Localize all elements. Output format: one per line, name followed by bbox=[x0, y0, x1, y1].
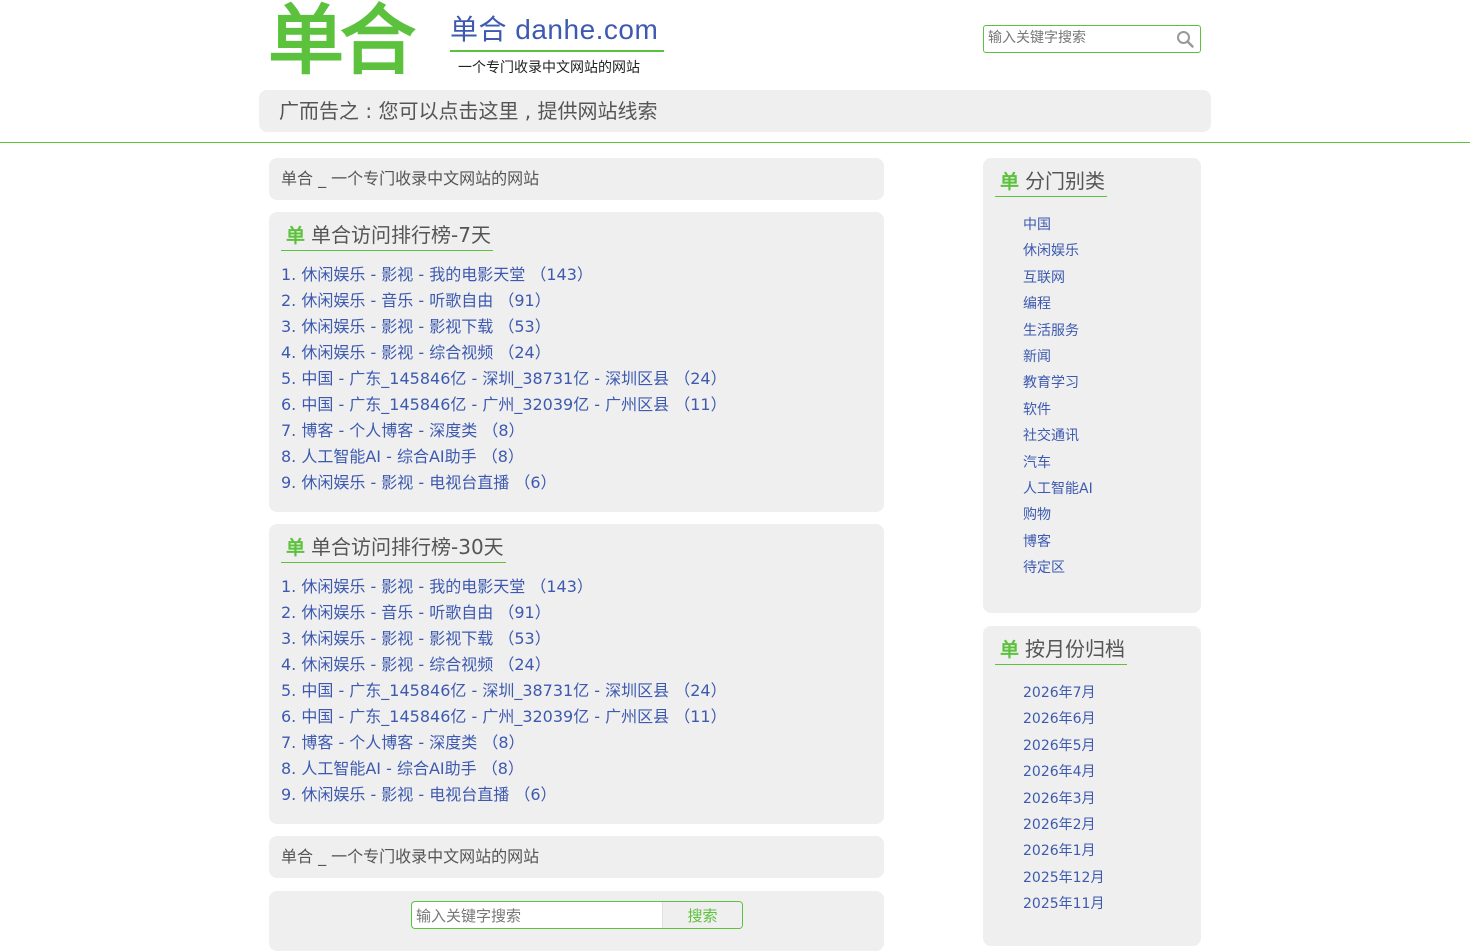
rank-30-days-panel: 单单合访问排行榜-30天 1. 休闲娱乐 - 影视 - 我的电影天堂 （143）… bbox=[269, 524, 884, 824]
rank-item[interactable]: 6. 中国 - 广东_145846亿 - 广州_32039亿 - 广州区县 （1… bbox=[281, 392, 727, 418]
rank-item[interactable]: 2. 休闲娱乐 - 音乐 - 听歌自由 （91） bbox=[281, 600, 727, 626]
archive-heading: 单按月份归档 bbox=[995, 634, 1128, 665]
rank-item[interactable]: 6. 中国 - 广东_145846亿 - 广州_32039亿 - 广州区县 （1… bbox=[281, 704, 727, 730]
category-link[interactable]: 博客 bbox=[1023, 529, 1093, 555]
archive-list: 2026年7月 2026年6月 2026年5月 2026年4月 2026年3月 … bbox=[1023, 680, 1104, 918]
rank-item[interactable]: 2. 休闲娱乐 - 音乐 - 听歌自由 （91） bbox=[281, 288, 727, 314]
rank-30-days-list: 1. 休闲娱乐 - 影视 - 我的电影天堂 （143） 2. 休闲娱乐 - 音乐… bbox=[281, 574, 727, 808]
rank-7-days-list: 1. 休闲娱乐 - 影视 - 我的电影天堂 （143） 2. 休闲娱乐 - 音乐… bbox=[281, 262, 727, 496]
rank-item[interactable]: 1. 休闲娱乐 - 影视 - 我的电影天堂 （143） bbox=[281, 262, 727, 288]
category-link[interactable]: 教育学习 bbox=[1023, 370, 1093, 396]
category-link[interactable]: 软件 bbox=[1023, 397, 1093, 423]
rank-item[interactable]: 7. 博客 - 个人博客 - 深度类 （8） bbox=[281, 418, 727, 444]
bottom-search-input[interactable] bbox=[416, 905, 656, 927]
search-button[interactable]: 搜索 bbox=[662, 902, 742, 928]
category-link[interactable]: 社交通讯 bbox=[1023, 423, 1093, 449]
archive-link[interactable]: 2026年5月 bbox=[1023, 733, 1104, 759]
heading-mark: 单 bbox=[1000, 171, 1020, 193]
rank-item[interactable]: 5. 中国 - 广东_145846亿 - 深圳_38731亿 - 深圳区县 （2… bbox=[281, 366, 727, 392]
rank-30-days-heading: 单单合访问排行榜-30天 bbox=[281, 532, 506, 563]
heading-text: 单合访问排行榜-7天 bbox=[311, 223, 491, 247]
site-logo[interactable]: 单合 bbox=[268, 0, 416, 86]
heading-text: 单合访问排行榜-30天 bbox=[311, 535, 504, 559]
category-link[interactable]: 购物 bbox=[1023, 502, 1093, 528]
heading-text: 按月份归档 bbox=[1025, 637, 1126, 661]
category-link[interactable]: 人工智能AI bbox=[1023, 476, 1093, 502]
tagline-text: 单合 _ 一个专门收录中文网站的网站 bbox=[281, 169, 540, 188]
categories-heading: 单分门别类 bbox=[995, 166, 1108, 197]
category-link[interactable]: 编程 bbox=[1023, 291, 1093, 317]
heading-text: 分门别类 bbox=[1025, 169, 1106, 193]
bottom-search-box: 搜索 bbox=[411, 901, 743, 929]
heading-mark: 单 bbox=[1000, 639, 1020, 661]
ad-banner[interactable]: 广而告之 : 您可以点击这里 , 提供网站线索 bbox=[259, 90, 1211, 132]
archive-link[interactable]: 2026年4月 bbox=[1023, 759, 1104, 785]
tagline-text: 单合 _ 一个专门收录中文网站的网站 bbox=[281, 847, 540, 866]
rank-7-days-heading: 单单合访问排行榜-7天 bbox=[281, 220, 493, 251]
ad-text[interactable]: 广而告之 : 您可以点击这里 , 提供网站线索 bbox=[279, 90, 658, 132]
header-search-input[interactable] bbox=[988, 28, 1168, 48]
archive-link[interactable]: 2026年7月 bbox=[1023, 680, 1104, 706]
category-link[interactable]: 休闲娱乐 bbox=[1023, 238, 1093, 264]
archive-link[interactable]: 2026年3月 bbox=[1023, 786, 1104, 812]
rank-7-days-panel: 单单合访问排行榜-7天 1. 休闲娱乐 - 影视 - 我的电影天堂 （143） … bbox=[269, 212, 884, 512]
archive-link[interactable]: 2026年2月 bbox=[1023, 812, 1104, 838]
category-link[interactable]: 中国 bbox=[1023, 212, 1093, 238]
header-search-box bbox=[983, 25, 1201, 53]
header-divider bbox=[0, 142, 1470, 143]
category-link[interactable]: 新闻 bbox=[1023, 344, 1093, 370]
site-subtitle: 一个专门收录中文网站的网站 bbox=[458, 60, 640, 76]
rank-item[interactable]: 9. 休闲娱乐 - 影视 - 电视台直播 （6） bbox=[281, 782, 727, 808]
archive-link[interactable]: 2025年12月 bbox=[1023, 865, 1104, 891]
category-link[interactable]: 待定区 bbox=[1023, 555, 1093, 581]
tagline-box: 单合 _ 一个专门收录中文网站的网站 bbox=[269, 158, 884, 200]
rank-item[interactable]: 9. 休闲娱乐 - 影视 - 电视台直播 （6） bbox=[281, 470, 727, 496]
rank-item[interactable]: 3. 休闲娱乐 - 影视 - 影视下载 （53） bbox=[281, 314, 727, 340]
rank-item[interactable]: 3. 休闲娱乐 - 影视 - 影视下载 （53） bbox=[281, 626, 727, 652]
archive-link[interactable]: 2025年11月 bbox=[1023, 891, 1104, 917]
bottom-search-panel: 搜索 bbox=[269, 891, 884, 951]
rank-item[interactable]: 1. 休闲娱乐 - 影视 - 我的电影天堂 （143） bbox=[281, 574, 727, 600]
heading-mark: 单 bbox=[286, 225, 306, 247]
rank-item[interactable]: 4. 休闲娱乐 - 影视 - 综合视频 （24） bbox=[281, 340, 727, 366]
search-icon[interactable] bbox=[1176, 30, 1194, 48]
category-link[interactable]: 汽车 bbox=[1023, 450, 1093, 476]
rank-item[interactable]: 5. 中国 - 广东_145846亿 - 深圳_38731亿 - 深圳区县 （2… bbox=[281, 678, 727, 704]
category-link[interactable]: 互联网 bbox=[1023, 265, 1093, 291]
rank-item[interactable]: 7. 博客 - 个人博客 - 深度类 （8） bbox=[281, 730, 727, 756]
rank-item[interactable]: 8. 人工智能AI - 综合AI助手 （8） bbox=[281, 756, 727, 782]
tagline-box-bottom: 单合 _ 一个专门收录中文网站的网站 bbox=[269, 836, 884, 878]
categories-list: 中国 休闲娱乐 互联网 编程 生活服务 新闻 教育学习 软件 社交通讯 汽车 人… bbox=[1023, 212, 1093, 581]
site-title-link[interactable]: 单合 danhe.com bbox=[450, 10, 664, 52]
category-link[interactable]: 生活服务 bbox=[1023, 318, 1093, 344]
categories-panel: 单分门别类 中国 休闲娱乐 互联网 编程 生活服务 新闻 教育学习 软件 社交通… bbox=[983, 158, 1201, 613]
rank-item[interactable]: 8. 人工智能AI - 综合AI助手 （8） bbox=[281, 444, 727, 470]
rank-item[interactable]: 4. 休闲娱乐 - 影视 - 综合视频 （24） bbox=[281, 652, 727, 678]
archive-link[interactable]: 2026年6月 bbox=[1023, 706, 1104, 732]
heading-mark: 单 bbox=[286, 537, 306, 559]
archive-panel: 单按月份归档 2026年7月 2026年6月 2026年5月 2026年4月 2… bbox=[983, 626, 1201, 946]
archive-link[interactable]: 2026年1月 bbox=[1023, 838, 1104, 864]
